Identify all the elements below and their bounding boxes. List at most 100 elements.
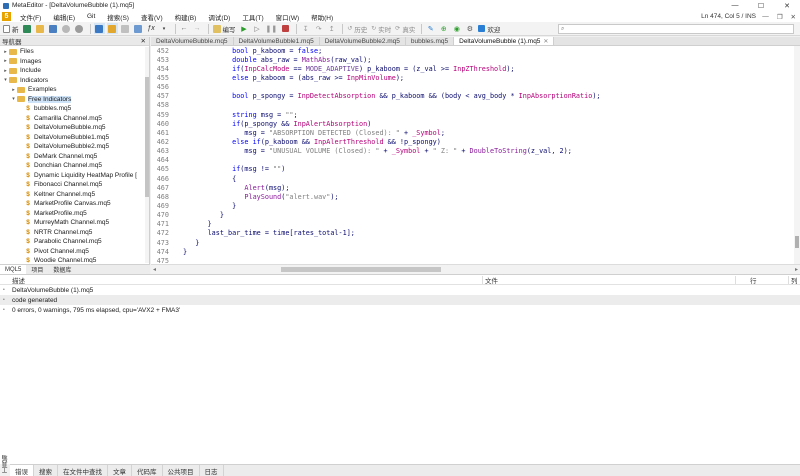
menu-file[interactable]: 文件(F) [14, 12, 47, 22]
tree-file[interactable]: $ NRTR Channel.mq5 [0, 228, 146, 238]
code-line[interactable]: 464 [151, 156, 794, 165]
menu-tools[interactable]: 工具(T) [236, 12, 269, 22]
menu-help[interactable]: 帮助(H) [305, 12, 339, 22]
minimize-button[interactable]: — [722, 0, 748, 11]
tree-file[interactable]: $ DeMark Channel.mq5 [0, 152, 146, 162]
function-button[interactable]: ƒx [146, 23, 157, 34]
menu-view[interactable]: 查看(V) [135, 12, 169, 22]
step-over-button[interactable]: ↷ [313, 23, 324, 34]
tab-database[interactable]: 数据库 [48, 265, 76, 274]
code-line[interactable]: 466 { [151, 174, 794, 183]
close-window-button[interactable]: ✕ [774, 0, 800, 11]
back-button[interactable]: ← [179, 23, 190, 34]
code-editor[interactable]: 452 bool p_kaboom = false; 453 double abs… [151, 46, 794, 264]
welcome-button[interactable]: 欢迎 [477, 23, 501, 34]
editor-tab[interactable]: bubbles.mq5 [406, 37, 455, 45]
code-line[interactable]: 465 if(msg != "") [151, 165, 794, 174]
open-button[interactable] [35, 23, 46, 34]
doc-restore-button[interactable]: ❐ [777, 13, 783, 21]
tree-file[interactable]: $ Woodie Channel.mq5 [0, 256, 146, 263]
tree-file[interactable]: $ DeltaVolumeBubble.mq5 [0, 123, 146, 133]
chevron-right-icon[interactable]: ▸ [2, 58, 9, 64]
menu-search[interactable]: 搜索(S) [101, 12, 135, 22]
code-line[interactable]: 462 else if(p_kaboom && InpAlertThreshol… [151, 137, 794, 146]
code-line[interactable]: 456 [151, 83, 794, 92]
code-line[interactable]: 469 } [151, 201, 794, 210]
code-line[interactable]: 459 string msg = ""; [151, 110, 794, 119]
code-line[interactable]: 472 last_bar_time = time[rates_total-1]; [151, 229, 794, 238]
editor-horizontal-scrollbar[interactable]: ◂ ▸ [151, 264, 800, 274]
code-line[interactable]: 454 if(InpCalcMode == MODE_ADAPTIVE) p_k… [151, 64, 794, 73]
tab-articles[interactable]: 文章 [108, 465, 132, 476]
real-data-button[interactable]: ⟳ 真实 [394, 23, 416, 34]
message-row[interactable]: • 0 errors, 0 warnings, 795 ms elapsed, c… [0, 305, 800, 315]
tab-errors[interactable]: 错误 [10, 465, 34, 476]
editor-tab[interactable]: DeltaVolumeBubble (1).mq5 ✕ [454, 37, 555, 45]
history-button[interactable] [61, 23, 72, 34]
editor-tab[interactable]: DeltaVolumeBubble2.mq5 [320, 37, 406, 45]
tab-project[interactable]: 项目 [26, 265, 48, 274]
search-input[interactable] [566, 25, 787, 33]
close-tab-icon[interactable]: ✕ [543, 38, 548, 45]
tree-file[interactable]: $ Parabolic Channel.mq5 [0, 237, 146, 247]
chevron-down-icon[interactable]: ▾ [10, 96, 17, 102]
step-into-button[interactable]: ↧ [300, 23, 311, 34]
tree-file[interactable]: $ MarketProfile Canvas.mq5 [0, 199, 146, 209]
tab-find-in-files[interactable]: 在文件中查找 [58, 465, 108, 476]
menu-debug[interactable]: 调试(D) [202, 12, 236, 22]
scroll-right-icon[interactable]: ▸ [795, 266, 798, 273]
code-line[interactable]: 474} [151, 247, 794, 256]
code-line[interactable]: 470 } [151, 211, 794, 220]
record-button[interactable] [74, 23, 85, 34]
chevron-down-icon[interactable]: ▾ [2, 77, 9, 83]
tree-file[interactable]: $ DeltaVolumeBubble2.mq5 [0, 142, 146, 152]
menu-build[interactable]: 构建(B) [169, 12, 203, 22]
tree-folder[interactable]: ▸ Include [0, 66, 146, 76]
stop-button[interactable] [280, 23, 291, 34]
debug-history-button[interactable]: ▷ [252, 23, 263, 34]
tab-journal[interactable]: 日志 [200, 465, 224, 476]
column-line[interactable]: 行 [750, 275, 757, 285]
tree-file[interactable]: $ bubbles.mq5 [0, 104, 146, 114]
step-out-button[interactable]: ↥ [326, 23, 337, 34]
column-divider[interactable] [482, 276, 483, 284]
code-line[interactable]: 475 [151, 256, 794, 264]
column-file[interactable]: 文件 [485, 275, 498, 285]
navigator-scrollbar[interactable] [145, 47, 149, 263]
editor-tab[interactable]: DeltaVolumeBubble1.mq5 [234, 37, 320, 45]
tree-folder[interactable]: ▾ Indicators [0, 76, 146, 86]
code-line[interactable]: 452 bool p_kaboom = false; [151, 46, 794, 55]
tree-file[interactable]: $ Fibonacci Channel.mq5 [0, 180, 146, 190]
history-data-button[interactable]: ↺ 历史 [346, 23, 368, 34]
realtime-button[interactable]: ↻ 实时 [370, 23, 392, 34]
tab-public-projects[interactable]: 公共项目 [163, 465, 200, 476]
tab-codebase[interactable]: 代码库 [132, 465, 163, 476]
chevron-right-icon[interactable]: ▸ [10, 87, 17, 93]
pause-button[interactable]: ❚❚ [265, 23, 279, 34]
code-line[interactable]: 458 [151, 101, 794, 110]
menu-git[interactable]: Git [81, 13, 101, 20]
code-line[interactable]: 471 } [151, 220, 794, 229]
tree-folder[interactable]: ▾ Free Indicators [0, 95, 146, 105]
tree-file[interactable]: $ MarketProfile.mq5 [0, 209, 146, 219]
doc-close-button[interactable]: ✕ [791, 13, 796, 21]
code-line[interactable]: 460 if(p_spongy && InpAlertAbsorption) [151, 119, 794, 128]
code-line[interactable]: 461 msg = "ABSORPTION DETECTED (Closed):… [151, 128, 794, 137]
column-divider[interactable] [735, 276, 736, 284]
scroll-thumb[interactable] [145, 77, 149, 197]
chevron-right-icon[interactable]: ▸ [2, 68, 9, 74]
toolbox-toggle-button[interactable] [106, 23, 118, 34]
tree-file[interactable]: $ Keltner Channel.mq5 [0, 190, 146, 200]
code-line[interactable]: 467 Alert(msg); [151, 183, 794, 192]
new-mql-button[interactable] [22, 23, 33, 34]
new-button[interactable]: 新 [2, 23, 20, 34]
tree-folder[interactable]: ▸ Examples [0, 85, 146, 95]
ai-button[interactable]: ◉ [451, 23, 462, 34]
code-line[interactable]: 463 msg = "UNUSUAL VOLUME (Closed): " + … [151, 147, 794, 156]
message-row[interactable]: • DeltaVolumeBubble (1).mq5 [0, 285, 800, 295]
editor-vertical-scrollbar[interactable] [794, 46, 800, 264]
menu-window[interactable]: 窗口(W) [270, 12, 305, 22]
save-button[interactable] [48, 23, 59, 34]
column-col[interactable]: 列 [791, 275, 798, 285]
compile-button[interactable]: 编写 [212, 23, 237, 34]
